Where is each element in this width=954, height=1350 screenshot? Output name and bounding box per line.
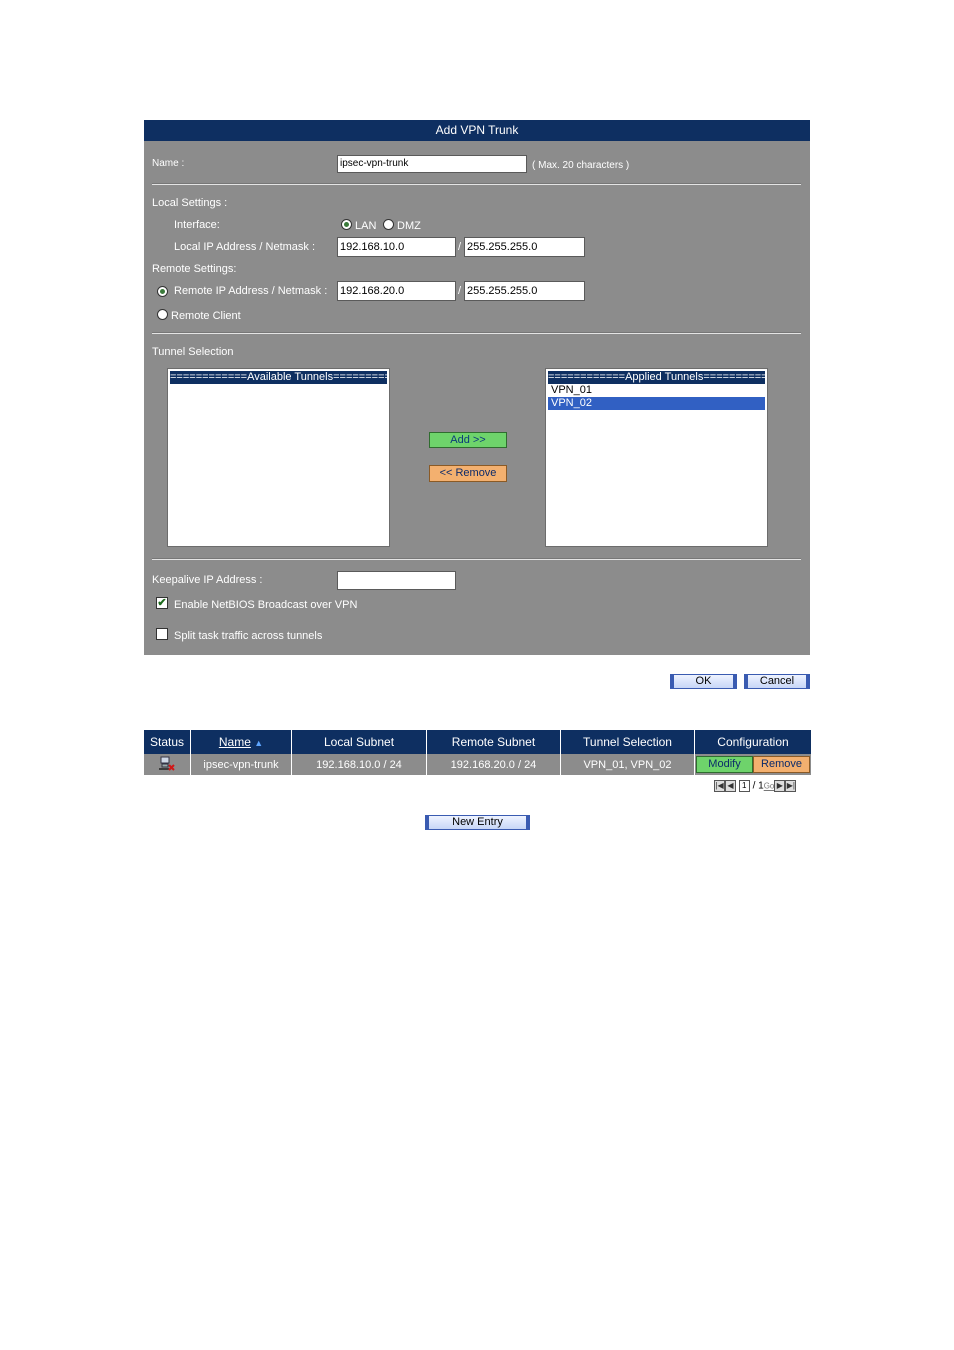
local-subnet-cell: 192.168.10.0 / 24 — [291, 754, 427, 775]
last-page-icon[interactable]: ▶| — [785, 780, 797, 792]
local-ip-input[interactable]: 192.168.10.0 — [337, 237, 456, 257]
cancel-button[interactable]: Cancel — [744, 674, 810, 689]
name-cell: ipsec-vpn-trunk — [190, 754, 292, 775]
interface-dmz-radio[interactable] — [383, 219, 394, 230]
local-slash: / — [458, 241, 462, 253]
interface-label: Interface: — [174, 219, 220, 231]
new-entry-button[interactable]: New Entry — [425, 815, 530, 830]
available-tunnels-list[interactable]: ============Available Tunnels===========… — [167, 368, 390, 547]
pager: |◀ ◀ 1 / 1Go ▶ ▶| — [714, 780, 797, 792]
row-remove-button[interactable]: Remove — [753, 756, 810, 773]
col-name-label[interactable]: Name — [219, 735, 251, 749]
col-local-subnet: Local Subnet — [291, 730, 427, 754]
vpn-trunk-table: Status Name ▲ Local Subnet Remote Subnet… — [144, 730, 811, 775]
remote-netmask-input[interactable]: 255.255.255.0 — [464, 281, 585, 301]
name-label: Name : — [152, 158, 185, 169]
table-header-row: Status Name ▲ Local Subnet Remote Subnet… — [144, 730, 811, 754]
available-tunnels-header: ============Available Tunnels===========… — [170, 371, 387, 384]
modify-button[interactable]: Modify — [696, 756, 753, 773]
status-cell — [144, 754, 191, 775]
netbios-label: Enable NetBIOS Broadcast over VPN — [174, 599, 358, 611]
sort-ascending-icon: ▲ — [254, 738, 264, 748]
remote-client-label: Remote Client — [171, 310, 241, 322]
name-input[interactable]: ipsec-vpn-trunk — [337, 155, 527, 173]
col-configuration: Configuration — [694, 730, 811, 754]
applied-tunnels-header: ============Applied Tunnels============ — [548, 371, 765, 384]
table-row: ipsec-vpn-trunk 192.168.10.0 / 24 192.16… — [144, 754, 811, 775]
interface-dmz-label: DMZ — [397, 220, 421, 232]
divider — [152, 183, 801, 185]
local-ip-label: Local IP Address / Netmask : — [174, 241, 316, 253]
remove-tunnel-button[interactable]: << Remove — [429, 465, 507, 482]
remote-settings-label: Remote Settings: — [152, 263, 237, 275]
col-status: Status — [144, 730, 191, 754]
go-button[interactable]: Go — [764, 782, 775, 791]
applied-tunnels-list[interactable]: ============Applied Tunnels============ … — [545, 368, 768, 547]
col-remote-subnet: Remote Subnet — [426, 730, 561, 754]
netbios-checkbox[interactable]: ✔ — [156, 597, 168, 609]
name-hint: ( Max. 20 characters ) — [532, 160, 630, 171]
col-tunnel-selection: Tunnel Selection — [560, 730, 695, 754]
remote-ip-label: Remote IP Address / Netmask : — [174, 285, 328, 297]
page-number-input[interactable]: 1 — [738, 780, 750, 792]
divider — [152, 332, 801, 334]
interface-lan-label: LAN — [355, 220, 377, 232]
pager-separator: / — [752, 780, 756, 792]
disconnected-status-icon — [159, 756, 175, 771]
remote-ip-input[interactable]: 192.168.20.0 — [337, 281, 456, 301]
list-item[interactable]: VPN_01 — [548, 384, 765, 397]
divider — [152, 558, 801, 560]
tunnel-selection-label: Tunnel Selection — [152, 346, 234, 358]
first-page-icon[interactable]: |◀ — [714, 780, 725, 792]
keepalive-label: Keepalive IP Address : — [152, 574, 263, 586]
prev-page-icon[interactable]: ◀ — [725, 780, 736, 792]
configuration-cell: Modify Remove — [694, 754, 811, 775]
next-page-icon[interactable]: ▶ — [774, 780, 786, 792]
interface-lan-radio[interactable] — [341, 219, 352, 230]
remote-client-radio[interactable] — [157, 309, 168, 320]
local-netmask-input[interactable]: 255.255.255.0 — [464, 237, 585, 257]
list-item-selected[interactable]: VPN_02 — [548, 397, 765, 410]
keepalive-input[interactable] — [337, 571, 456, 590]
tunnel-selection-cell: VPN_01, VPN_02 — [560, 754, 695, 775]
remote-slash: / — [458, 285, 462, 297]
local-settings-label: Local Settings : — [152, 197, 228, 209]
ok-button[interactable]: OK — [670, 674, 737, 689]
panel-title: Add VPN Trunk — [144, 120, 810, 141]
split-traffic-checkbox[interactable] — [156, 628, 168, 640]
remote-ip-radio[interactable] — [157, 286, 168, 297]
remote-subnet-cell: 192.168.20.0 / 24 — [426, 754, 561, 775]
split-traffic-label: Split task traffic across tunnels — [174, 630, 323, 642]
add-tunnel-button[interactable]: Add >> — [429, 432, 507, 448]
col-name[interactable]: Name ▲ — [190, 730, 292, 754]
